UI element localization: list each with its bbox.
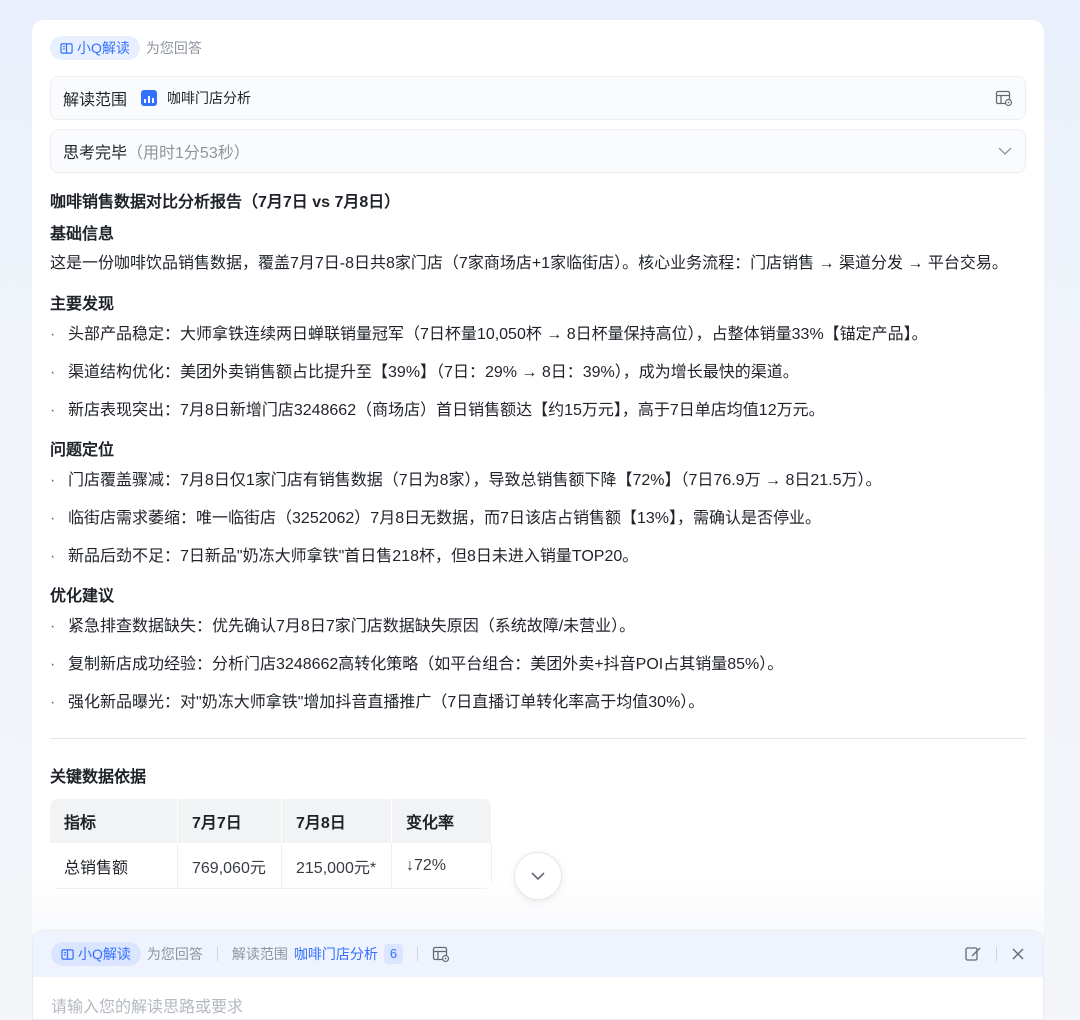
scroll-down-button[interactable]: [514, 852, 562, 900]
divider: [50, 738, 1026, 739]
section-heading-problems: 问题定位: [50, 442, 115, 459]
list-item: · 强化新品曝光：对"奶冻大师拿铁"增加抖音直播推广（7日直播订单转化率高于均值3…: [50, 694, 705, 711]
column-header: 变化率: [392, 799, 492, 843]
item-text: ：优先确认7月8日7家门店数据缺失原因（系统故障/未营业）。: [196, 618, 636, 635]
column-header: 7月7日: [178, 799, 282, 843]
xiaoq-tag[interactable]: 小Q解读: [50, 36, 140, 60]
item-text: ：美团外卖销售额占比提升至【39%】（7日：29% → 8日：39%），成为增长…: [164, 364, 799, 381]
composer-subtitle: 为您回答: [146, 946, 203, 962]
item-text: ：7月8日仅1家门店有销售数据（7日为8家），导致总销售额下降【72%】（7日7…: [164, 472, 882, 489]
item-text: ：对"奶冻大师拿铁"增加抖音直播推广（7日直播订单转化率高于均值30%）。: [164, 694, 705, 711]
item-key: 复制新店成功经验: [68, 656, 197, 673]
list-item: · 临街店需求萎缩：唯一临街店（3252062）7月8日无数据，而7日该店占销售额…: [50, 510, 822, 527]
list-item: · 复制新店成功经验：分析门店3248662高转化策略（如平台组合：美团外卖+抖音…: [50, 656, 784, 673]
scope-name[interactable]: 咖啡门店分析: [167, 88, 251, 108]
separator: [216, 947, 218, 961]
report-title: 咖啡销售数据对比分析报告（7月7日 vs 7月8日）: [50, 194, 401, 211]
scope-label: 解读范围: [63, 92, 128, 109]
item-key: 临街店需求萎缩: [68, 510, 181, 527]
book-icon: [60, 42, 73, 54]
list-item: · 门店覆盖骤减：7月8日仅1家门店有销售数据（7日为8家），导致总销售额下降【7…: [50, 472, 882, 489]
table-header-row: 指标 7月7日 7月8日 变化率: [50, 799, 492, 843]
chevron-down-icon: [531, 872, 545, 881]
answer-header: 小Q解读 为您回答: [50, 36, 202, 60]
chart-icon: [141, 90, 158, 106]
table-settings-icon[interactable]: [432, 945, 450, 963]
item-key: 门店覆盖骤减: [68, 472, 165, 489]
prompt-input[interactable]: 请输入您的解读思路或要求: [33, 977, 1043, 1020]
composer-scope-name[interactable]: 咖啡门店分析: [294, 944, 378, 964]
section-heading-evidence: 关键数据依据: [50, 769, 147, 786]
item-key: 强化新品曝光: [68, 694, 165, 711]
answer-subtitle: 为您回答: [145, 40, 202, 56]
item-key: 紧急排查数据缺失: [68, 618, 197, 635]
scope-box: 解读范围 咖啡门店分析: [50, 76, 1026, 120]
edit-icon[interactable]: [964, 945, 982, 963]
list-item: · 紧急排查数据缺失：优先确认7月8日7家门店数据缺失原因（系统故障/未营业）。: [50, 618, 636, 635]
section-heading-basic: 基础信息: [50, 226, 115, 243]
book-icon: [61, 948, 74, 960]
report-content: 咖啡销售数据对比分析报告（7月7日 vs 7月8日） 基础信息 这是一份咖啡饮品…: [50, 192, 1026, 894]
separator: [417, 947, 419, 961]
evidence-table: 指标 7月7日 7月8日 变化率 总销售额 769,060元 215,000元*…: [50, 799, 492, 889]
list-item: · 头部产品稳定：大师拿铁连续两日蝉联销量冠军（7日杯量10,050杯 → 8日杯…: [50, 326, 928, 343]
list-item: · 新品后劲不足：7日新品"奶冻大师拿铁"首日售218杯，但8日未进入销量TOP2…: [50, 548, 639, 565]
item-text: ：7月8日新增门店3248662（商场店）首日销售额达【约15万元】，高于7日单…: [164, 402, 825, 419]
chevron-down-icon[interactable]: [997, 143, 1013, 159]
thinking-box[interactable]: 思考完毕 （用时1分53秒）: [50, 129, 1026, 173]
basic-text: 这是一份咖啡饮品销售数据，覆盖7月7日-8日共8家门店（7家商场店+1家临街店）…: [50, 255, 1008, 272]
xiaoq-tag-label: 小Q解读: [77, 40, 130, 56]
evidence-table-wrap: 指标 7月7日 7月8日 变化率 总销售额 769,060元 215,000元*…: [50, 799, 492, 889]
column-header: 7月8日: [282, 799, 392, 843]
section-heading-findings: 主要发现: [50, 296, 115, 313]
section-heading-suggestions: 优化建议: [50, 588, 115, 605]
item-key: 头部产品稳定: [68, 326, 165, 343]
list-item: · 渠道结构优化：美团外卖销售额占比提升至【39%】（7日：29% → 8日：39…: [50, 364, 799, 381]
table-settings-icon[interactable]: [995, 89, 1013, 107]
item-text: ：唯一临街店（3252062）7月8日无数据，而7日该店占销售额【13%】，需确…: [180, 510, 822, 527]
list-item: · 新店表现突出：7月8日新增门店3248662（商场店）首日销售额达【约15万元…: [50, 402, 825, 419]
answer-card: 小Q解读 为您回答 解读范围 咖啡门店分析 思考完毕 （用时1分53秒） 咖啡销…: [32, 20, 1044, 1020]
column-header: 指标: [50, 799, 178, 843]
composer-scope-label: 解读范围: [231, 946, 288, 962]
thinking-label: 思考完毕: [63, 145, 128, 162]
close-icon[interactable]: [1011, 947, 1025, 961]
separator: [996, 947, 997, 961]
item-text: ：分析门店3248662高转化策略（如平台组合：美团外卖+抖音POI占其销量85…: [196, 656, 784, 673]
item-text: ：大师拿铁连续两日蝉联销量冠军（7日杯量10,050杯 → 8日杯量保持高位），…: [164, 326, 928, 343]
thinking-duration: （用时1分53秒）: [127, 145, 250, 162]
composer-toolbar: 小Q解读 为您回答 解读范围 咖啡门店分析 6: [33, 931, 1043, 977]
composer: 小Q解读 为您回答 解读范围 咖啡门店分析 6 请输入您的解读思路或要求: [32, 930, 1044, 1020]
xiaoq-tag-label: 小Q解读: [78, 946, 131, 962]
item-key: 新店表现突出: [68, 402, 165, 419]
item-key: 渠道结构优化: [68, 364, 165, 381]
item-text: ：7日新品"奶冻大师拿铁"首日售218杯，但8日未进入销量TOP20。: [164, 548, 639, 565]
scope-count-badge: 6: [383, 944, 404, 964]
item-key: 新品后劲不足: [68, 548, 165, 565]
xiaoq-tag[interactable]: 小Q解读: [51, 942, 141, 966]
